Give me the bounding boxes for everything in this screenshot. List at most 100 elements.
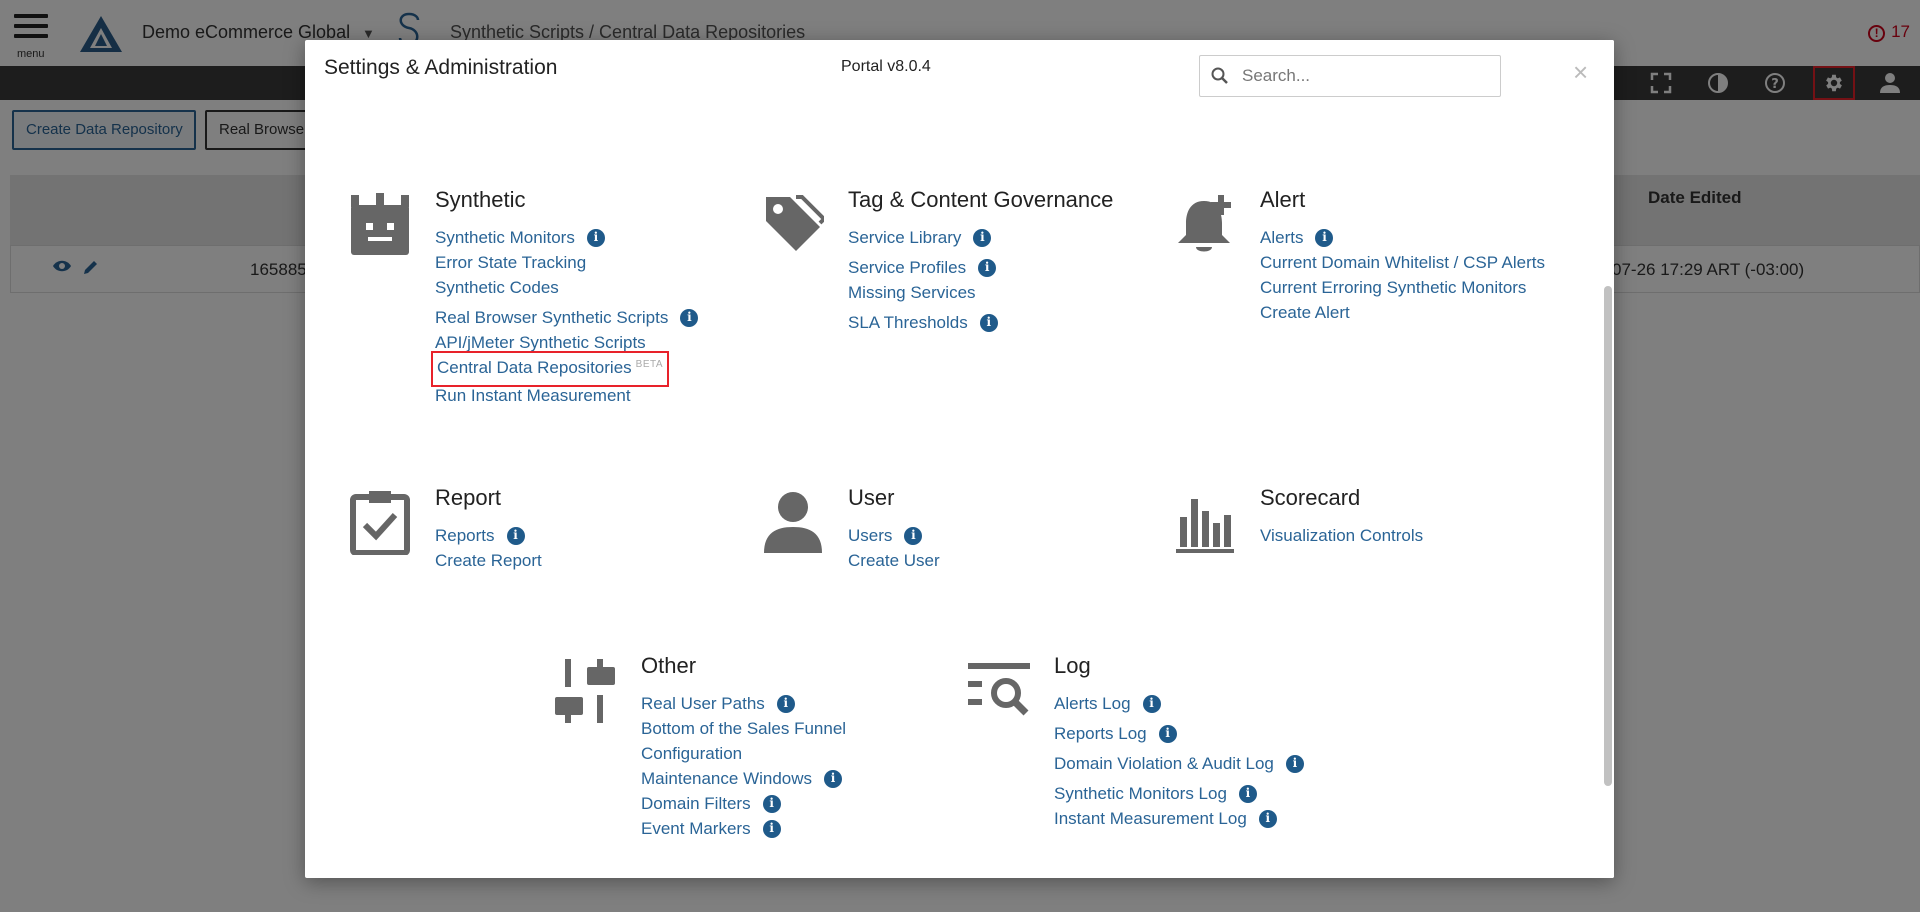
user-silhouette-icon xyxy=(762,491,826,555)
link-label[interactable]: Synthetic Codes xyxy=(435,275,559,300)
info-icon[interactable]: i xyxy=(824,769,843,788)
link-real-browser-synthetic-scripts[interactable]: Real Browser Synthetic Scripts i xyxy=(435,305,699,330)
link-label[interactable]: Event Markers xyxy=(641,816,751,841)
portal-version: Portal v8.0.4 xyxy=(841,58,931,75)
pushpins-icon xyxy=(555,659,619,723)
info-icon[interactable]: i xyxy=(973,228,992,247)
link-label[interactable]: Bottom of the Sales Funnel Configuration xyxy=(641,716,871,766)
search-box xyxy=(1199,55,1501,97)
info-icon[interactable]: i xyxy=(1258,809,1277,828)
link-label[interactable]: SLA Thresholds xyxy=(848,310,968,335)
link-reports[interactable]: Reports i xyxy=(435,523,542,548)
settings-modal: Settings & Administration Portal v8.0.4 … xyxy=(305,40,1614,878)
link-label[interactable]: Missing Services xyxy=(848,280,976,305)
link-sales-funnel-config[interactable]: Bottom of the Sales Funnel Configuration xyxy=(641,716,871,766)
info-icon[interactable]: i xyxy=(1238,784,1257,803)
link-label[interactable]: Users xyxy=(848,523,892,548)
link-reports-log[interactable]: Reports Log i xyxy=(1054,721,1304,746)
info-icon[interactable]: i xyxy=(762,819,781,838)
link-label[interactable]: Alerts Log xyxy=(1054,691,1131,716)
link-sla-thresholds[interactable]: SLA Thresholds i xyxy=(848,310,998,335)
section-title: Synthetic xyxy=(435,187,526,212)
link-synthetic-codes[interactable]: Synthetic Codes xyxy=(435,275,698,300)
link-real-user-paths[interactable]: Real User Paths i xyxy=(641,691,871,716)
highlighted-link[interactable]: Central Data Repositories BETA xyxy=(430,351,670,387)
bar-chart-icon xyxy=(1174,491,1238,555)
link-label[interactable]: Current Domain Whitelist / CSP Alerts xyxy=(1260,250,1545,275)
link-central-data-repositories[interactable]: Central Data Repositories BETA xyxy=(430,351,698,387)
section-title: User xyxy=(848,485,895,510)
link-visualization-controls[interactable]: Visualization Controls xyxy=(1260,523,1423,548)
info-icon[interactable]: i xyxy=(1158,724,1177,743)
link-service-profiles[interactable]: Service Profiles i xyxy=(848,255,998,280)
link-label[interactable]: Visualization Controls xyxy=(1260,523,1423,548)
link-synthetic-monitors-log[interactable]: Synthetic Monitors Log i xyxy=(1054,781,1304,806)
info-icon[interactable]: i xyxy=(586,228,605,247)
link-label[interactable]: Reports xyxy=(435,523,495,548)
link-label[interactable]: Create User xyxy=(848,548,940,573)
info-icon[interactable]: i xyxy=(1315,228,1334,247)
scrollbar-thumb[interactable] xyxy=(1604,286,1612,786)
link-label[interactable]: API/jMeter Synthetic Scripts xyxy=(435,330,646,355)
close-icon[interactable]: × xyxy=(1573,57,1588,88)
link-label[interactable]: Maintenance Windows xyxy=(641,766,812,791)
link-label[interactable]: Create Alert xyxy=(1260,300,1350,325)
info-icon[interactable]: i xyxy=(1142,694,1161,713)
info-icon[interactable]: i xyxy=(904,526,923,545)
search-input[interactable] xyxy=(1240,65,1484,87)
link-alerts[interactable]: Alerts i xyxy=(1260,225,1545,250)
beta-badge: BETA xyxy=(635,359,664,370)
link-label[interactable]: Error State Tracking xyxy=(435,250,586,275)
section-links: Users i Create User xyxy=(848,523,940,573)
link-label[interactable]: Alerts xyxy=(1260,225,1303,250)
section-title: Report xyxy=(435,485,502,510)
link-label[interactable]: Real User Paths xyxy=(641,691,765,716)
link-label[interactable]: Create Report xyxy=(435,548,542,573)
link-label[interactable]: Domain Violation & Audit Log xyxy=(1054,751,1274,776)
link-label[interactable]: Instant Measurement Log xyxy=(1054,806,1247,831)
link-label[interactable]: Central Data Repositories xyxy=(437,358,632,377)
link-create-alert[interactable]: Create Alert xyxy=(1260,300,1545,325)
section-title: Other xyxy=(641,653,697,678)
link-run-instant-measurement[interactable]: Run Instant Measurement xyxy=(435,383,698,408)
link-synthetic-monitors[interactable]: Synthetic Monitors i xyxy=(435,225,698,250)
link-create-user[interactable]: Create User xyxy=(848,548,940,573)
link-label[interactable]: Run Instant Measurement xyxy=(435,383,631,408)
link-label[interactable]: Synthetic Monitors Log xyxy=(1054,781,1227,806)
link-instant-measurement-log[interactable]: Instant Measurement Log i xyxy=(1054,806,1304,831)
info-icon[interactable]: i xyxy=(762,794,781,813)
section-links: Service Library i Service Profiles i Missi… xyxy=(848,225,998,335)
info-icon[interactable]: i xyxy=(680,308,699,327)
link-missing-services[interactable]: Missing Services xyxy=(848,280,998,305)
info-icon[interactable]: i xyxy=(776,694,795,713)
link-label[interactable]: Reports Log xyxy=(1054,721,1147,746)
info-icon[interactable]: i xyxy=(978,258,997,277)
section-links: Alerts Log i Reports Log i Domain Violatio… xyxy=(1054,691,1304,831)
clipboard-check-icon xyxy=(349,491,413,556)
section-title: Scorecard xyxy=(1260,485,1361,510)
link-label[interactable]: Current Erroring Synthetic Monitors xyxy=(1260,275,1526,300)
link-label[interactable]: Synthetic Monitors xyxy=(435,225,575,250)
link-label[interactable]: Service Profiles xyxy=(848,255,966,280)
link-label[interactable]: Real Browser Synthetic Scripts xyxy=(435,305,668,330)
link-event-markers[interactable]: Event Markers i xyxy=(641,816,871,841)
info-icon[interactable]: i xyxy=(979,313,998,332)
link-label[interactable]: Service Library xyxy=(848,225,961,250)
section-links: Real User Paths i Bottom of the Sales Fun… xyxy=(641,691,871,841)
link-maintenance-windows[interactable]: Maintenance Windows i xyxy=(641,766,871,791)
link-create-report[interactable]: Create Report xyxy=(435,548,542,573)
link-domain-whitelist-csp[interactable]: Current Domain Whitelist / CSP Alerts xyxy=(1260,250,1545,275)
link-current-erroring-monitors[interactable]: Current Erroring Synthetic Monitors xyxy=(1260,275,1545,300)
link-label[interactable]: Domain Filters xyxy=(641,791,751,816)
info-icon[interactable]: i xyxy=(506,526,525,545)
section-links: Reports i Create Report xyxy=(435,523,542,573)
link-error-state-tracking[interactable]: Error State Tracking xyxy=(435,250,698,275)
robot-icon xyxy=(349,193,413,257)
link-alerts-log[interactable]: Alerts Log i xyxy=(1054,691,1304,716)
link-domain-filters[interactable]: Domain Filters i xyxy=(641,791,871,816)
link-users[interactable]: Users i xyxy=(848,523,940,548)
link-service-library[interactable]: Service Library i xyxy=(848,225,998,250)
link-api-jmeter-synthetic-scripts[interactable]: API/jMeter Synthetic Scripts xyxy=(435,330,698,355)
link-domain-violation-audit-log[interactable]: Domain Violation & Audit Log i xyxy=(1054,751,1304,776)
info-icon[interactable]: i xyxy=(1285,754,1304,773)
